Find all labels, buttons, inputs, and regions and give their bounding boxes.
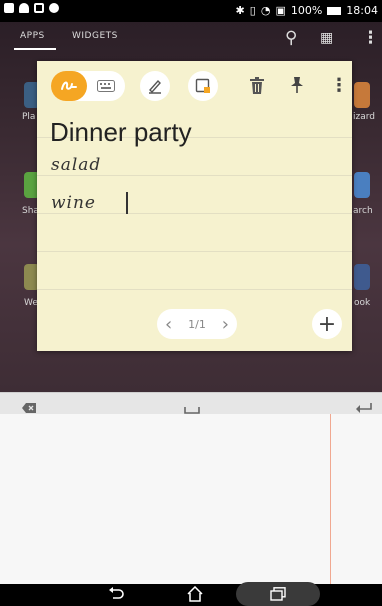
handwritten-line-1[interactable]: salad [51, 155, 101, 175]
writing-area-divider [330, 414, 331, 584]
trash-icon [250, 77, 264, 94]
home-notification-icon [19, 3, 29, 13]
backspace-icon [22, 403, 36, 413]
battery-icon [327, 6, 342, 15]
home-button[interactable] [187, 585, 203, 606]
handwriting-keyboard-toolbar [0, 392, 382, 415]
tab-apps-indicator [14, 48, 56, 50]
note-color-button[interactable] [188, 71, 218, 101]
handwritten-line-2[interactable]: wine [51, 193, 96, 213]
grid-view-icon[interactable]: ▦ [320, 30, 333, 46]
drawer-tabs: APPS WIDGETS ⚲ ▦ ⋮ [0, 22, 382, 52]
status-left-icons [4, 3, 59, 13]
tab-widgets[interactable]: WIDGETS [72, 31, 118, 41]
note-title[interactable]: Dinner party [50, 117, 192, 148]
battery-saver-icon: ▣ [275, 4, 286, 17]
battery-percent: 100% [290, 4, 323, 17]
handwriting-mode-button[interactable] [51, 71, 87, 101]
app-label-right-3: ook [354, 298, 371, 308]
ruled-line [37, 175, 352, 176]
keyboard-mode-button[interactable] [89, 71, 123, 101]
status-right: ✱ ▯ ◔ ▣ 100% 18:04 [236, 4, 378, 17]
pen-button[interactable] [140, 71, 170, 101]
app-icon-wizard[interactable] [354, 82, 370, 108]
back-icon [109, 587, 124, 599]
app-notification-icon [49, 3, 59, 13]
drawer-menu-icon[interactable]: ⋮ [362, 28, 379, 48]
note-color-icon [195, 78, 210, 93]
app-icon-facebook[interactable] [354, 264, 370, 290]
delete-button[interactable] [249, 77, 265, 99]
plus-icon: + [317, 311, 337, 337]
back-button[interactable] [108, 586, 124, 606]
enter-icon [356, 403, 372, 413]
more-icon[interactable]: ⋮ [330, 75, 348, 96]
clock: 18:04 [346, 4, 378, 17]
pen-icon [149, 79, 161, 94]
prev-page-icon[interactable]: ‹ [165, 314, 172, 335]
pin-icon [291, 77, 303, 93]
handwriting-input-area[interactable] [0, 414, 382, 584]
app-label-right-1: izard [353, 112, 375, 122]
keyboard-icon [97, 80, 115, 92]
app-icon-search[interactable] [354, 172, 370, 198]
recents-icon [270, 587, 286, 601]
notification-icon [4, 3, 14, 13]
ruled-line [37, 289, 352, 290]
quick-memo-note[interactable]: ⋮ Dinner party salad wine ‹ 1/1 › + [37, 61, 352, 351]
page-indicator: 1/1 [188, 317, 206, 331]
home-icon [187, 585, 203, 602]
pin-button[interactable] [289, 76, 305, 98]
wifi-icon: ◔ [260, 4, 271, 17]
status-bar: ✱ ▯ ◔ ▣ 100% 18:04 [0, 0, 382, 22]
input-mode-toggle [51, 71, 125, 101]
add-page-button[interactable]: + [312, 309, 342, 339]
handwriting-icon [61, 81, 77, 90]
ruled-line [37, 213, 352, 214]
recents-button[interactable] [270, 587, 286, 605]
space-icon [184, 407, 200, 414]
tab-apps[interactable]: APPS [20, 31, 45, 41]
lock-notification-icon [34, 3, 44, 13]
app-label-right-2: arch [353, 206, 373, 216]
ruled-line [37, 251, 352, 252]
vibrate-icon: ▯ [249, 4, 256, 17]
app-label-left-1: Pla [22, 112, 36, 122]
next-page-icon[interactable]: › [222, 314, 229, 335]
search-icon[interactable]: ⚲ [285, 28, 297, 48]
bluetooth-icon: ✱ [235, 4, 245, 17]
text-cursor [126, 192, 128, 214]
app-label-left-3: We [24, 298, 38, 308]
page-navigator: ‹ 1/1 › [157, 309, 237, 339]
